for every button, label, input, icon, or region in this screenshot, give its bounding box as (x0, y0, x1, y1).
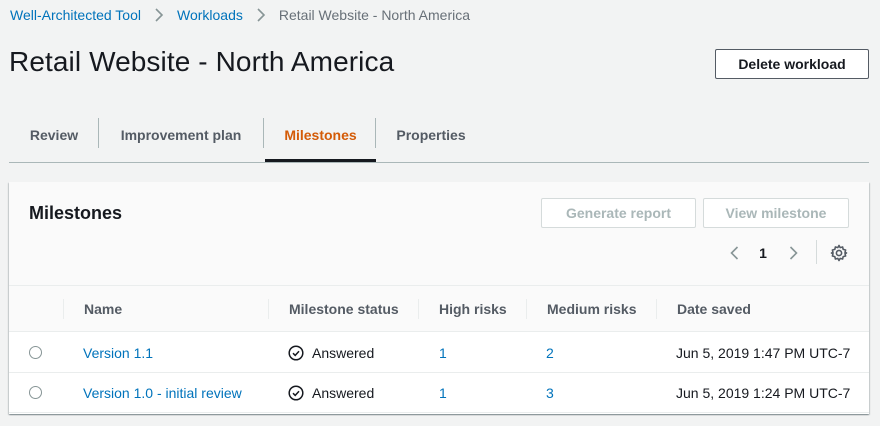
date-saved: Jun 5, 2019 1:24 PM UTC-7 (676, 385, 851, 401)
date-saved: Jun 5, 2019 1:47 PM UTC-7 (676, 345, 851, 361)
chevron-right-icon (155, 8, 164, 22)
milestone-name-link[interactable]: Version 1.1 (83, 333, 153, 373)
pager-divider (816, 240, 817, 264)
column-header-medium-risks[interactable]: Medium risks (547, 286, 636, 332)
page-title: Retail Website - North America (9, 46, 395, 77)
breadcrumb-workloads[interactable]: Workloads (177, 7, 243, 23)
status-label: Answered (312, 345, 375, 361)
view-milestone-button[interactable]: View milestone (703, 198, 849, 228)
medium-risks-link[interactable]: 3 (546, 373, 554, 413)
row-select-radio[interactable] (29, 346, 42, 359)
column-header-name[interactable]: Name (84, 286, 122, 332)
tab-bar: Review Improvement plan Milestones Prope… (9, 108, 869, 163)
breadcrumb-well-architected-tool[interactable]: Well-Architected Tool (10, 7, 141, 23)
tab-divider (98, 118, 99, 148)
check-circle-icon (288, 385, 304, 401)
gear-icon[interactable] (829, 243, 849, 263)
column-header-date-saved[interactable]: Date saved (677, 286, 751, 332)
high-risks-link[interactable]: 1 (439, 373, 447, 413)
tab-properties[interactable]: Properties (381, 108, 481, 162)
milestone-status: Answered (288, 373, 374, 413)
column-divider (268, 299, 269, 319)
chevron-right-icon[interactable] (783, 243, 803, 263)
tab-divider (263, 118, 264, 148)
check-circle-icon (288, 345, 304, 361)
column-divider (418, 299, 419, 319)
chevron-left-icon[interactable] (725, 243, 745, 263)
table-header: Name Milestone status High risks Medium … (9, 286, 869, 332)
delete-workload-button[interactable]: Delete workload (715, 49, 869, 79)
milestone-name-link[interactable]: Version 1.0 - initial review (83, 373, 242, 413)
page-number[interactable]: 1 (757, 243, 769, 263)
breadcrumb-current: Retail Website - North America (278, 7, 471, 23)
tab-milestones[interactable]: Milestones (267, 108, 374, 162)
column-divider (526, 299, 527, 319)
milestones-panel-title: Milestones (29, 203, 123, 223)
status-label: Answered (312, 385, 375, 401)
high-risks-link[interactable]: 1 (439, 333, 447, 373)
active-tab-indicator (265, 159, 376, 162)
column-header-milestone-status[interactable]: Milestone status (289, 286, 399, 332)
tab-review[interactable]: Review (15, 108, 93, 162)
tab-divider (375, 118, 376, 148)
table-row[interactable]: Version 1.0 - initial review Answered 1 … (9, 373, 869, 413)
breadcrumb: Well-Architected Tool Workloads Retail W… (10, 5, 470, 25)
tab-improvement-plan[interactable]: Improvement plan (104, 108, 258, 162)
medium-risks-link[interactable]: 2 (546, 333, 554, 373)
row-select-radio[interactable] (29, 386, 42, 399)
column-header-high-risks[interactable]: High risks (439, 286, 507, 332)
column-divider (656, 299, 657, 319)
generate-report-button[interactable]: Generate report (541, 198, 696, 228)
milestone-status: Answered (288, 333, 374, 373)
chevron-right-icon (257, 8, 266, 22)
column-divider (63, 299, 64, 319)
table-row[interactable]: Version 1.1 Answered 1 2 Jun 5, 2019 1:4… (9, 333, 869, 373)
